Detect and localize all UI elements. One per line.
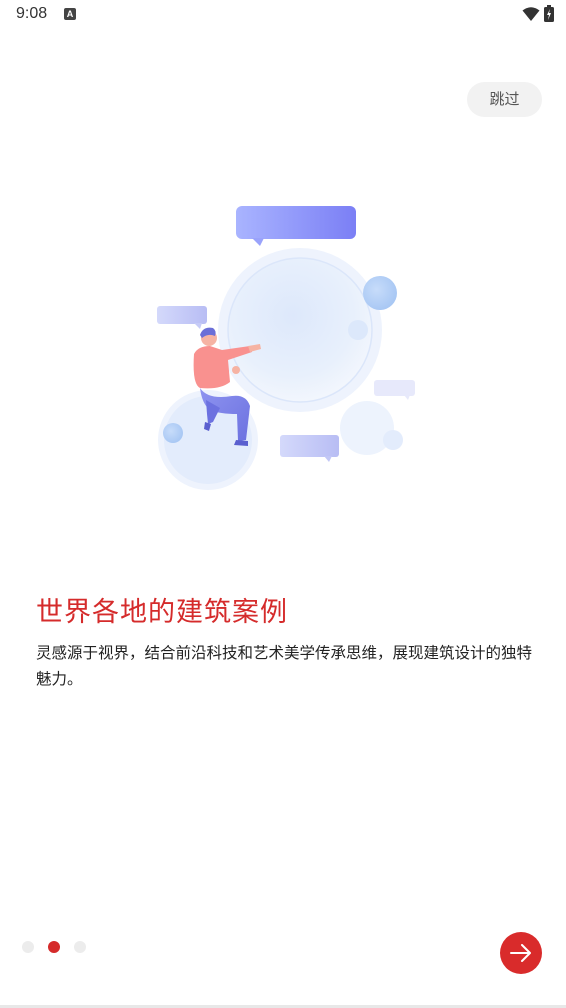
battery-charging-icon: [544, 5, 554, 22]
page-dot-3: [74, 941, 86, 953]
next-button[interactable]: [500, 932, 542, 974]
page-indicator: [22, 940, 100, 954]
arrow-right-icon: [510, 944, 531, 962]
page-dot-2-active: [48, 941, 60, 953]
wifi-icon: [522, 7, 540, 21]
person-with-bubbles-illustration: [157, 206, 415, 490]
page-title: 世界各地的建筑案例: [36, 597, 288, 628]
page-dot-1: [22, 941, 34, 953]
status-bar: 9:08 A: [0, 0, 566, 30]
page-description: 灵感源于视界，结合前沿科技和艺术美学传承思维，展现建筑设计的独特魅力。: [36, 644, 533, 688]
a-letter-icon: A: [64, 8, 76, 20]
status-time: 9:08: [16, 5, 48, 22]
skip-button[interactable]: 跳过: [467, 82, 542, 117]
